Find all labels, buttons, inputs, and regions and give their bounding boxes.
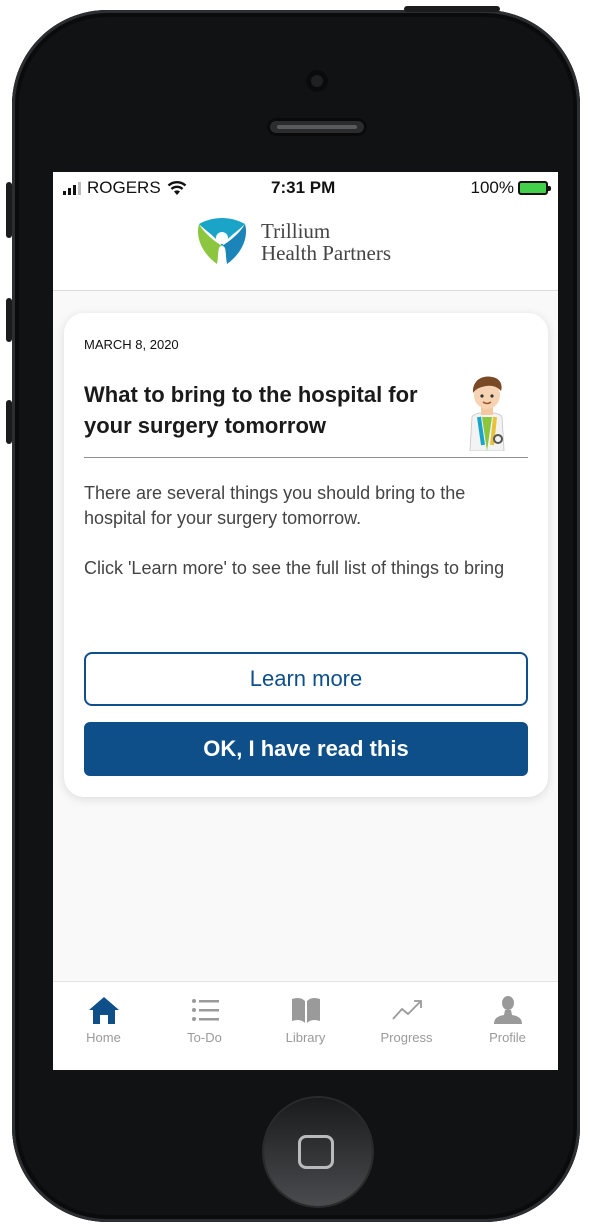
- app-header: Trillium Health Partners: [53, 204, 558, 291]
- ok-read-button[interactable]: OK, I have read this: [84, 722, 528, 776]
- card-body: There are several things you should brin…: [84, 481, 524, 606]
- tab-todo[interactable]: To-Do: [154, 982, 255, 1070]
- earpiece-speaker: [267, 118, 367, 136]
- tab-profile[interactable]: Profile: [457, 982, 558, 1070]
- wifi-icon: [167, 181, 187, 195]
- status-bar: ROGERS 7:31 PM 100%: [53, 172, 558, 204]
- volume-down-button: [6, 400, 12, 444]
- book-icon: [291, 997, 320, 1023]
- tab-home[interactable]: Home: [53, 982, 154, 1070]
- card-paragraph-1: There are several things you should brin…: [84, 483, 466, 528]
- info-card: MARCH 8, 2020 What to bring to the hospi…: [64, 313, 548, 797]
- app-screen: ROGERS 7:31 PM 100% Trillium Health Part…: [53, 172, 558, 1070]
- card-date: MARCH 8, 2020: [84, 337, 179, 352]
- battery-icon: [518, 181, 551, 195]
- tab-profile-label: Profile: [489, 1030, 526, 1045]
- carrier-group: ROGERS: [63, 178, 187, 198]
- front-camera: [306, 70, 328, 92]
- home-button[interactable]: [264, 1098, 372, 1206]
- doctor-illustration-icon: [469, 376, 505, 451]
- card-paragraph-2: Click 'Learn more' to see the full list …: [84, 558, 505, 578]
- carrier-name: ROGERS: [87, 178, 161, 197]
- feed-area: MARCH 8, 2020 What to bring to the hospi…: [53, 291, 558, 981]
- battery-group: 100%: [470, 178, 551, 198]
- tab-progress-label: Progress: [380, 1030, 433, 1045]
- bottom-tab-bar: Home To-Do Library Progress Profile: [53, 981, 558, 1070]
- status-time: 7:31 PM: [271, 178, 336, 197]
- list-icon: [191, 999, 219, 1021]
- signal-icon: [63, 181, 81, 195]
- logo-line-1: Trillium: [261, 219, 331, 243]
- tab-home-label: Home: [86, 1030, 121, 1045]
- card-divider: [84, 457, 528, 458]
- mute-switch: [6, 182, 12, 238]
- tab-todo-label: To-Do: [187, 1030, 222, 1045]
- learn-more-button[interactable]: Learn more: [84, 652, 528, 706]
- trend-icon: [391, 1000, 422, 1020]
- trillium-logo-icon: [197, 218, 247, 264]
- battery-percent: 100%: [470, 178, 514, 197]
- power-button: [404, 6, 500, 12]
- tab-progress[interactable]: Progress: [356, 982, 457, 1070]
- person-icon: [493, 996, 522, 1024]
- volume-up-button: [6, 298, 12, 342]
- trillium-logo: Trillium Health Partners: [193, 216, 391, 268]
- tab-library[interactable]: Library: [255, 982, 356, 1070]
- tab-library-label: Library: [285, 1030, 326, 1045]
- home-icon: [88, 997, 119, 1024]
- logo-line-2: Health Partners: [261, 241, 392, 265]
- card-title: What to bring to the hospital for your s…: [84, 382, 418, 438]
